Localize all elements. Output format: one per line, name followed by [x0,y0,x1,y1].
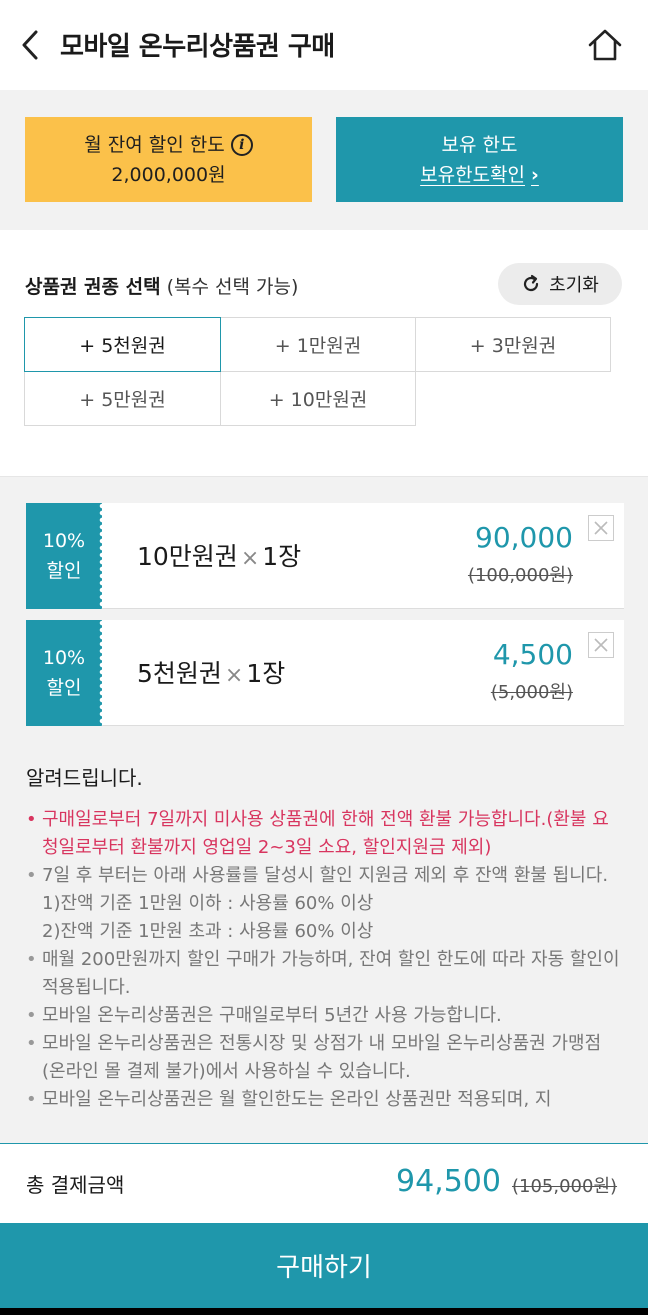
times-sign: × [240,546,260,571]
home-icon[interactable] [586,26,624,64]
discount-rate: 10% [42,530,86,552]
back-icon[interactable] [18,28,46,62]
option-50000[interactable]: + 5만원권 [24,371,221,426]
notice-item: 구매일로부터 7일까지 미사용 상품권에 한해 전액 환불 가능합니다.(환불 … [26,806,622,862]
cart-item-original-price: (100,000원) [467,565,573,586]
voucher-type-label: 상품권 권종 선택 (복수 선택 가능) [25,272,298,299]
notice-subitem-text: 2)잔액 기준 1만원 초과 : 사용률 60% 이상 [42,921,374,942]
voucher-type-label-sub: (복수 선택 가능) [166,276,299,298]
option-10000[interactable]: + 1만원권 [220,317,416,372]
reset-button[interactable]: 초기화 [498,263,622,305]
own-limit-label: 보유 한도 [441,133,518,156]
notice-subitem: 2)잔액 기준 1만원 초과 : 사용률 60% 이상 [26,918,622,946]
total-label: 총 결제금액 [26,1173,125,1197]
item-name: 5천원권 [137,659,222,688]
notice-title: 알려드립니다. [26,766,143,790]
voucher-type-label-text: 상품권 권종 선택 [25,276,161,298]
discount-label: 할인 [46,677,82,699]
notice-subitem: 1)잔액 기준 1만원 이하 : 사용률 60% 이상 [26,890,622,918]
refresh-icon [524,274,539,292]
option-30000[interactable]: + 3만원권 [415,317,611,372]
monthly-limit-value: 2,000,000원 [111,163,226,186]
item-name: 10만원권 [137,542,238,571]
cart-item: 10% 할인 5천원권 × 1장 4,500 (5,000원) [26,620,624,726]
page-title: 모바일 온누리상품권 구매 [60,32,335,62]
buy-button[interactable]: 구매하기 [0,1223,648,1308]
top-header: 모바일 온누리상품권 구매 [0,0,648,90]
discount-badge: 10% 할인 [26,503,105,609]
own-limit-link-text[interactable]: 보유한도확인 [420,160,525,190]
limits-section: 월 잔여 할인 한도 i 2,000,000원 보유 한도 보유한도확인 › [0,90,648,230]
item-qty: 1장 [246,659,286,688]
cart-item-price: 4,500 [492,638,573,671]
cart-item-price: 90,000 [475,521,573,554]
reset-label: 초기화 [549,275,599,296]
cart-item-name: 5천원권 × 1장 [137,654,285,690]
times-sign: × [224,663,244,688]
notice-list: 구매일로부터 7일까지 미사용 상품권에 한해 전액 환불 가능합니다.(환불 … [26,806,622,1114]
cart-item: 10% 할인 10만원권 × 1장 90,000 (100,000원) [26,503,624,609]
notice-item: 7일 후 부터는 아래 사용률를 달성시 할인 지원금 제외 후 잔액 환불 됩… [26,862,622,890]
close-icon[interactable] [588,515,614,541]
own-limit-link[interactable]: 보유한도확인 › [420,160,539,190]
option-5000[interactable]: + 5천원권 [24,317,221,372]
cart-item-name: 10만원권 × 1장 [137,537,301,573]
notice-item: 모바일 온누리상품권은 월 할인한도는 온라인 상품권만 적용되며, 지 [26,1086,622,1114]
notice-item: 모바일 온누리상품권은 전통시장 및 상점가 내 모바일 온누리상품권 가맹점(… [26,1030,622,1086]
cart-item-original-price: (5,000원) [490,682,573,703]
own-limit-card[interactable]: 보유 한도 보유한도확인 › [336,117,623,202]
total-amount: 94,500 [396,1164,501,1199]
close-icon[interactable] [588,632,614,658]
monthly-limit-label: 월 잔여 할인 한도 [84,133,225,156]
total-bar: 총 결제금액 94,500 (105,000원) [0,1143,648,1223]
notice-subitem-text: 1)잔액 기준 1만원 이하 : 사용률 60% 이상 [42,893,374,914]
system-bottom-strip [0,1308,648,1315]
item-qty: 1장 [262,542,302,571]
chevron-right-icon: › [531,163,539,186]
option-100000[interactable]: + 10만원권 [220,371,416,426]
notice-item: 매월 200만원까지 할인 구매가 가능하며, 잔여 할인 한도에 따라 자동 … [26,946,622,1002]
monthly-limit-card: 월 잔여 할인 한도 i 2,000,000원 [25,117,312,202]
discount-badge: 10% 할인 [26,620,105,726]
notice-item: 모바일 온누리상품권은 구매일로부터 5년간 사용 가능합니다. [26,1002,622,1030]
info-icon[interactable]: i [230,133,253,156]
discount-label: 할인 [46,560,82,582]
total-original-amount: (105,000원) [512,1176,618,1197]
discount-rate: 10% [42,647,86,669]
